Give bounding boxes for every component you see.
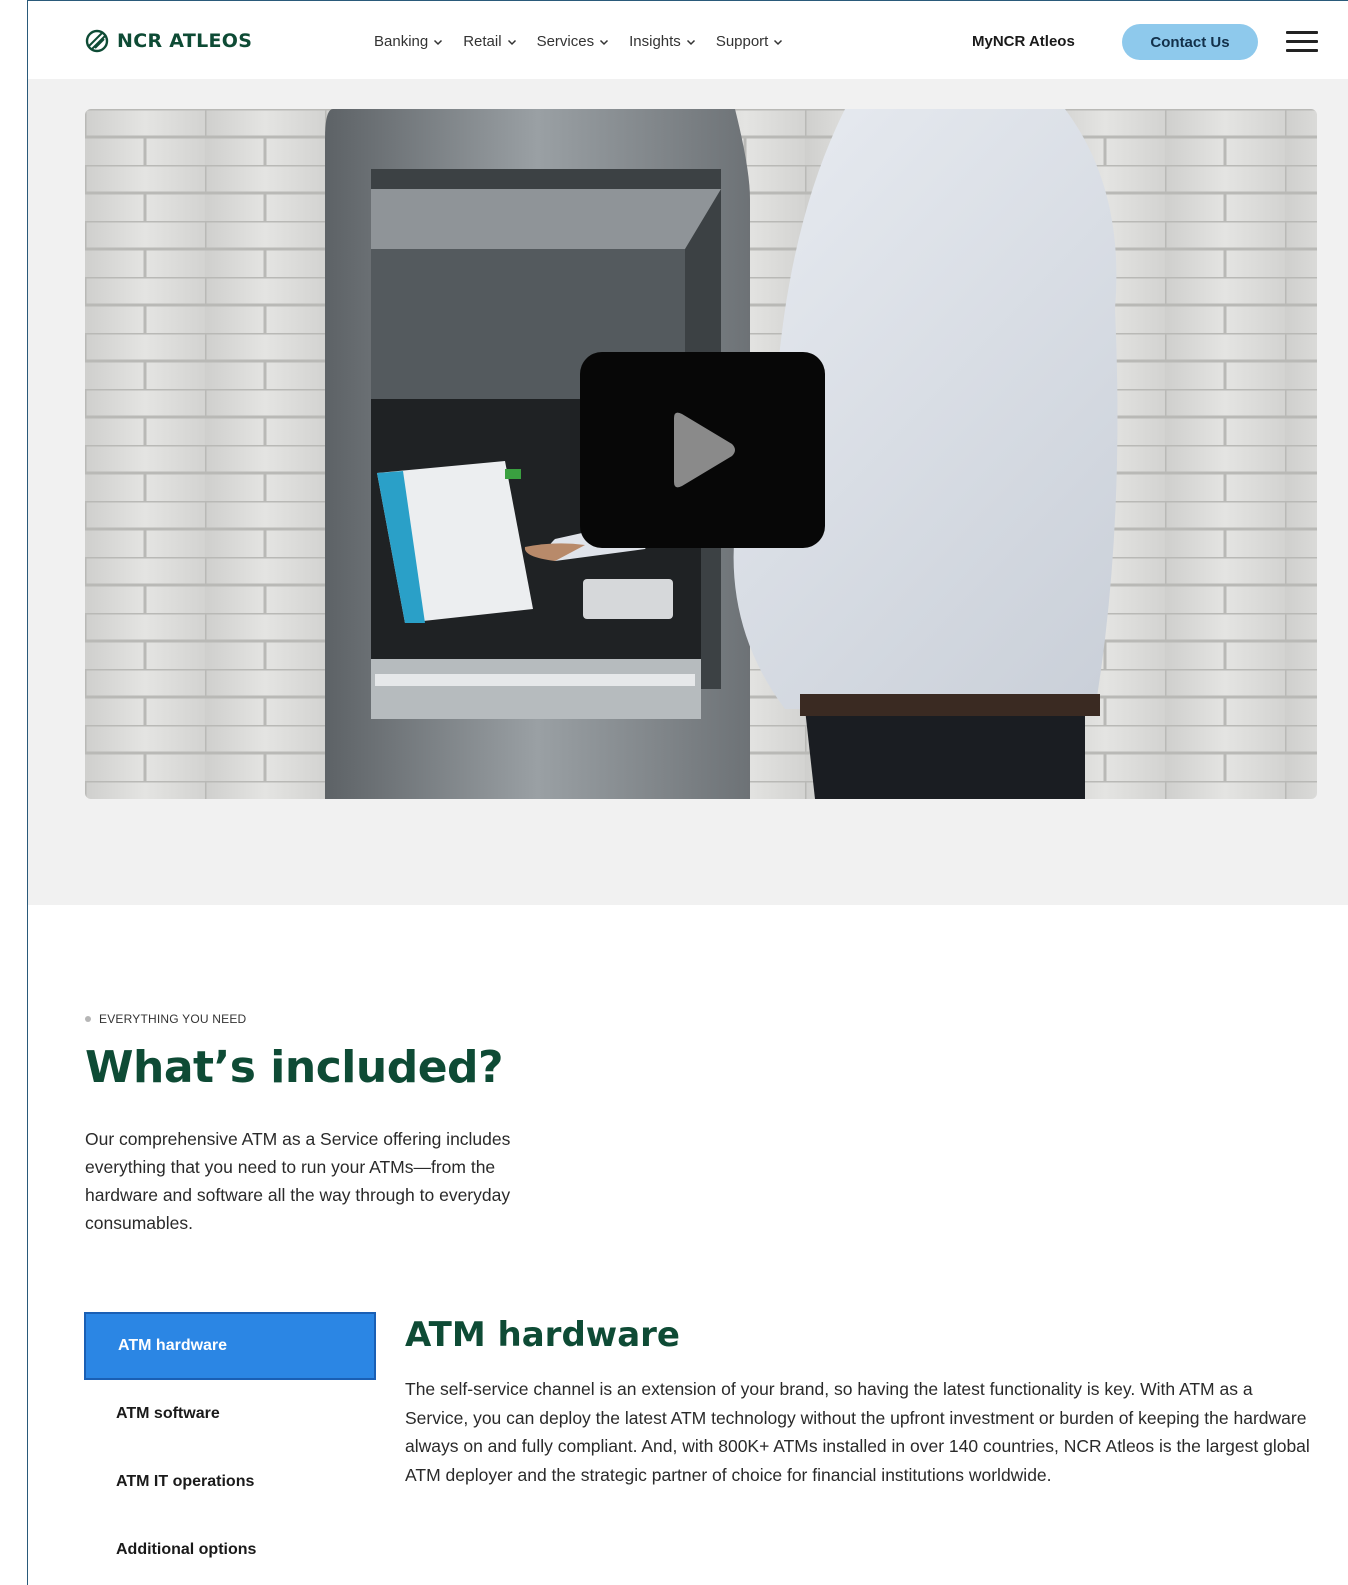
panel-title: ATM hardware (405, 1315, 680, 1355)
contact-us-button[interactable]: Contact Us (1122, 24, 1258, 60)
nav-label: Support (715, 33, 769, 50)
tab-label: ATM hardware (118, 1337, 228, 1354)
tab-label: ATM IT operations (116, 1473, 255, 1490)
brand-name: NCR ATLEOS (117, 30, 253, 52)
nav-services[interactable]: Services (537, 33, 610, 50)
nav-label: Insights (629, 33, 681, 50)
brand-logo[interactable]: NCR ATLEOS (85, 29, 252, 53)
page-frame: NCR ATLEOS Banking Retail Services Insig… (27, 0, 1348, 1585)
chevron-down-icon (507, 39, 516, 45)
nav-label: Services (536, 33, 595, 50)
section-intro: Our comprehensive ATM as a Service offer… (85, 1129, 511, 1233)
play-video-button[interactable] (580, 352, 825, 548)
nav-insights[interactable]: Insights (629, 33, 696, 50)
feature-tabs: ATM hardware ATM software ATM IT operati… (84, 1312, 376, 1584)
tab-label: Additional options (116, 1541, 257, 1558)
tab-atm-it-operations[interactable]: ATM IT operations (84, 1448, 376, 1516)
nav-label: Retail (463, 33, 502, 50)
nav-retail[interactable]: Retail (463, 33, 516, 50)
section-eyebrow: EVERYTHING YOU NEED (85, 1012, 246, 1026)
myncr-atleos-link[interactable]: MyNCR Atleos (972, 33, 1075, 50)
site-header: NCR ATLEOS Banking Retail Services Insig… (28, 1, 1348, 79)
eyebrow-dot (85, 1016, 91, 1022)
play-icon (673, 412, 735, 488)
hero-video-thumbnail[interactable] (85, 109, 1317, 799)
hamburger-icon[interactable] (1286, 31, 1318, 53)
chevron-down-icon (774, 39, 783, 45)
nav-label: Banking (374, 33, 429, 50)
nav-support[interactable]: Support (716, 33, 784, 50)
atleos-logo-icon (85, 29, 109, 53)
panel-body: The self-service channel is an extension… (405, 1379, 1310, 1485)
tab-atm-hardware[interactable]: ATM hardware (84, 1312, 376, 1380)
eyebrow-text: EVERYTHING YOU NEED (99, 1012, 247, 1026)
main-nav: Banking Retail Services Insights Support (374, 33, 783, 50)
section-title: What’s included? (85, 1042, 504, 1093)
chevron-down-icon (600, 39, 609, 45)
chevron-down-icon (686, 39, 695, 45)
nav-banking[interactable]: Banking (374, 33, 443, 50)
tab-atm-software[interactable]: ATM software (84, 1380, 376, 1448)
tab-additional-options[interactable]: Additional options (84, 1516, 376, 1584)
tab-label: ATM software (116, 1405, 220, 1422)
chevron-down-icon (434, 39, 443, 45)
